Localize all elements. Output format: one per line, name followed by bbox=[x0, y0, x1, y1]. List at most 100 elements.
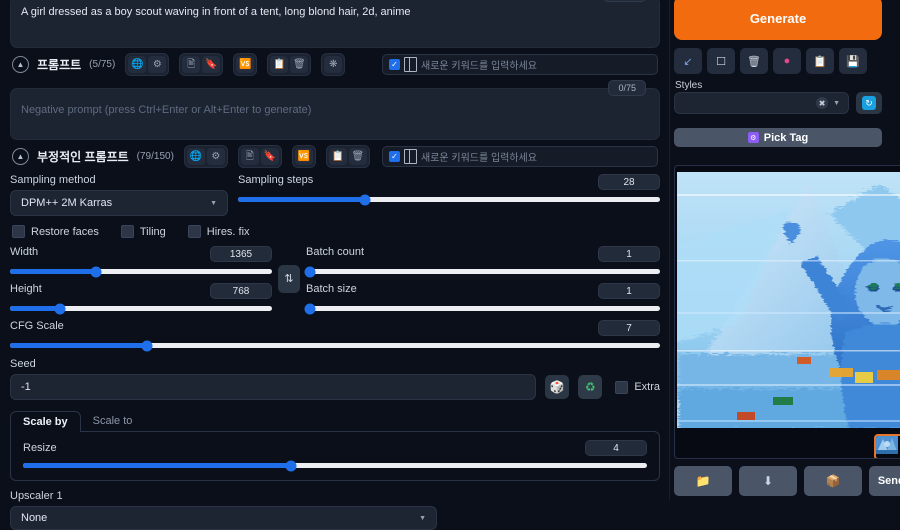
positive-prompt-toolbar: ▲ 프롬프트 (5/75) 🌐 ⚙ 🖹 🔖 🆚 📋 🗑 ❋ ✓ 새로운 키워드를… bbox=[12, 53, 658, 76]
collapse-chevron-icon[interactable]: ▲ bbox=[12, 56, 29, 73]
styles-select[interactable]: ✖ ▼ bbox=[674, 92, 849, 114]
save-icon[interactable]: ⬇ bbox=[739, 466, 797, 496]
seed-group: Seed -1 🎲 ♻ Extra bbox=[10, 358, 660, 400]
tiling-checkbox[interactable]: Tiling bbox=[120, 225, 166, 238]
openai-icon[interactable]: ❋ bbox=[324, 56, 343, 73]
swap-col: ⇅ bbox=[272, 246, 306, 311]
chevron-down-icon-upscaler: ▼ bbox=[419, 514, 426, 522]
sampling-steps-slider[interactable] bbox=[238, 194, 660, 205]
recycle-icon[interactable]: ♻ bbox=[578, 375, 603, 399]
left-panel: 84/75 A girl dressed as a boy scout wavi… bbox=[0, 0, 670, 530]
gear-icon-neg[interactable]: ⚙ bbox=[206, 148, 225, 165]
seed-input[interactable]: -1 bbox=[10, 374, 537, 400]
upscaler-select[interactable]: None ▼ bbox=[10, 506, 437, 530]
refresh-styles-button[interactable]: ↻ bbox=[856, 92, 882, 114]
trash-icon[interactable]: 🗑 bbox=[290, 56, 309, 73]
bookmark-icon-neg[interactable]: 🔖 bbox=[260, 148, 279, 165]
generated-image-svg bbox=[677, 172, 900, 428]
arrow-restore-icon[interactable]: ↙ bbox=[674, 48, 702, 74]
split-view-icon[interactable] bbox=[404, 57, 417, 72]
sampling-steps-value[interactable]: 28 bbox=[598, 174, 660, 190]
translate-icon[interactable]: 🆚 bbox=[236, 56, 255, 73]
batch-col: Batch count 1 Batch size 1 bbox=[304, 246, 660, 314]
negative-prompt-wrap: 0/75 Negative prompt (press Ctrl+Enter o… bbox=[10, 80, 660, 140]
paste-icon-neg[interactable]: 📋 bbox=[328, 148, 347, 165]
generate-button[interactable]: Generate bbox=[674, 0, 882, 40]
zip-icon[interactable]: 📦 bbox=[804, 466, 862, 496]
swap-dimensions-icon[interactable]: ⇅ bbox=[278, 264, 300, 293]
negative-prompt-counter: (79/150) bbox=[136, 151, 174, 162]
negative-token-badge: 0/75 bbox=[608, 80, 646, 96]
save-style-icon[interactable]: 💾 bbox=[839, 48, 867, 74]
trash-icon-neg[interactable]: 🗑 bbox=[348, 148, 367, 165]
batch-size-slider[interactable] bbox=[304, 303, 660, 314]
upscaler-group: Upscaler 1 None ▼ bbox=[10, 490, 660, 530]
thumbnail-image bbox=[876, 436, 898, 454]
cfg-scale-group: CFG Scale 7 bbox=[10, 320, 660, 351]
tab-scale-to[interactable]: Scale to bbox=[81, 411, 145, 432]
batch-count-slider[interactable] bbox=[304, 266, 660, 277]
dice-icon[interactable]: 🎲 bbox=[545, 375, 570, 399]
translate-icon-neg[interactable]: 🆚 bbox=[294, 148, 313, 165]
square-stop-icon[interactable]: ☐ bbox=[707, 48, 735, 74]
positive-prompt-wrap: 84/75 A girl dressed as a boy scout wavi… bbox=[10, 0, 660, 48]
hires-fix-checkbox[interactable]: Hires. fix bbox=[187, 225, 250, 238]
generated-image[interactable] bbox=[677, 172, 900, 428]
cfg-scale-value[interactable]: 7 bbox=[598, 320, 660, 336]
file-clock-icon[interactable]: 🖹 bbox=[182, 56, 201, 73]
pink-extra-networks-icon[interactable]: ● bbox=[773, 48, 801, 74]
clear-x-icon[interactable]: ✖ bbox=[816, 97, 829, 109]
restore-faces-checkbox[interactable]: Restore faces bbox=[12, 225, 99, 238]
toggles-row: Restore faces Tiling Hires. fix bbox=[12, 225, 660, 238]
upscaler-label: Upscaler 1 bbox=[10, 490, 63, 502]
clipboard-paste-icon[interactable]: 📋 bbox=[806, 48, 834, 74]
negative-prompt-input[interactable]: Negative prompt (press Ctrl+Enter or Alt… bbox=[10, 88, 660, 140]
extra-checkbox[interactable]: Extra bbox=[615, 380, 660, 394]
send-to-img2img-button[interactable]: Send to bbox=[869, 466, 900, 496]
batch-size-label: Batch size bbox=[306, 283, 357, 295]
globe-icon-neg[interactable]: 🌐 bbox=[186, 148, 205, 165]
batch-size-head: Batch size 1 bbox=[306, 283, 660, 299]
globe-icon[interactable]: 🌐 bbox=[128, 56, 147, 73]
height-value[interactable]: 768 bbox=[210, 283, 272, 299]
prompt-icon-group-4: 📋 🗑 bbox=[267, 53, 312, 76]
neg-icon-group-2: 🖹 🔖 bbox=[237, 145, 282, 168]
width-value[interactable]: 1365 bbox=[210, 246, 272, 262]
checkbox-box bbox=[12, 225, 25, 238]
keyword-checkbox[interactable]: ✓ bbox=[389, 59, 400, 70]
batch-count-value[interactable]: 1 bbox=[598, 246, 660, 262]
sampling-method-select[interactable]: DPM++ 2M Karras ▼ bbox=[10, 190, 228, 216]
resize-slider[interactable] bbox=[23, 460, 647, 471]
width-slider[interactable] bbox=[10, 266, 272, 277]
folder-open-icon[interactable]: 📁 bbox=[674, 466, 732, 496]
batch-count-label: Batch count bbox=[306, 246, 365, 258]
resize-head: Resize 4 bbox=[23, 440, 647, 456]
height-slider[interactable] bbox=[10, 303, 272, 314]
file-clock-icon-neg[interactable]: 🖹 bbox=[240, 148, 259, 165]
keyword-placeholder: 새로운 키워드를 입력하세요 bbox=[421, 61, 537, 72]
negative-keyword-field[interactable]: ✓ 새로운 키워드를 입력하세요 bbox=[382, 146, 658, 167]
chevron-down-icon-styles: ▼ bbox=[833, 99, 840, 107]
resize-label: Resize bbox=[23, 442, 57, 454]
tab-scale-by[interactable]: Scale by bbox=[10, 411, 81, 432]
resize-value[interactable]: 4 bbox=[585, 440, 647, 456]
collapse-chevron-icon-neg[interactable]: ▲ bbox=[12, 148, 29, 165]
parameters-section: Sampling method DPM++ 2M Karras ▼ Sampli… bbox=[0, 168, 670, 530]
cfg-scale-slider[interactable] bbox=[10, 340, 660, 351]
neg-icon-group-1: 🌐 ⚙ bbox=[183, 145, 228, 168]
trash-skip-icon[interactable]: 🗑 bbox=[740, 48, 768, 74]
bookmark-icon[interactable]: 🔖 bbox=[202, 56, 221, 73]
positive-prompt-input[interactable]: A girl dressed as a boy scout waving in … bbox=[10, 0, 660, 48]
gear-icon[interactable]: ⚙ bbox=[148, 56, 167, 73]
keyword-checkbox-neg[interactable]: ✓ bbox=[389, 151, 400, 162]
height-head: Height 768 bbox=[10, 283, 272, 299]
paste-icon[interactable]: 📋 bbox=[270, 56, 289, 73]
refresh-icon: ↻ bbox=[862, 96, 876, 110]
split-view-icon-neg[interactable] bbox=[404, 149, 417, 164]
checkbox-box bbox=[120, 225, 134, 238]
extra-label: Extra bbox=[634, 381, 660, 393]
batch-size-value[interactable]: 1 bbox=[598, 283, 660, 299]
positive-keyword-field[interactable]: ✓ 새로운 키워드를 입력하세요 bbox=[382, 54, 658, 75]
gallery-thumbnail[interactable] bbox=[874, 434, 900, 458]
pick-tag-button[interactable]: ⚙ Pick Tag bbox=[674, 128, 882, 147]
